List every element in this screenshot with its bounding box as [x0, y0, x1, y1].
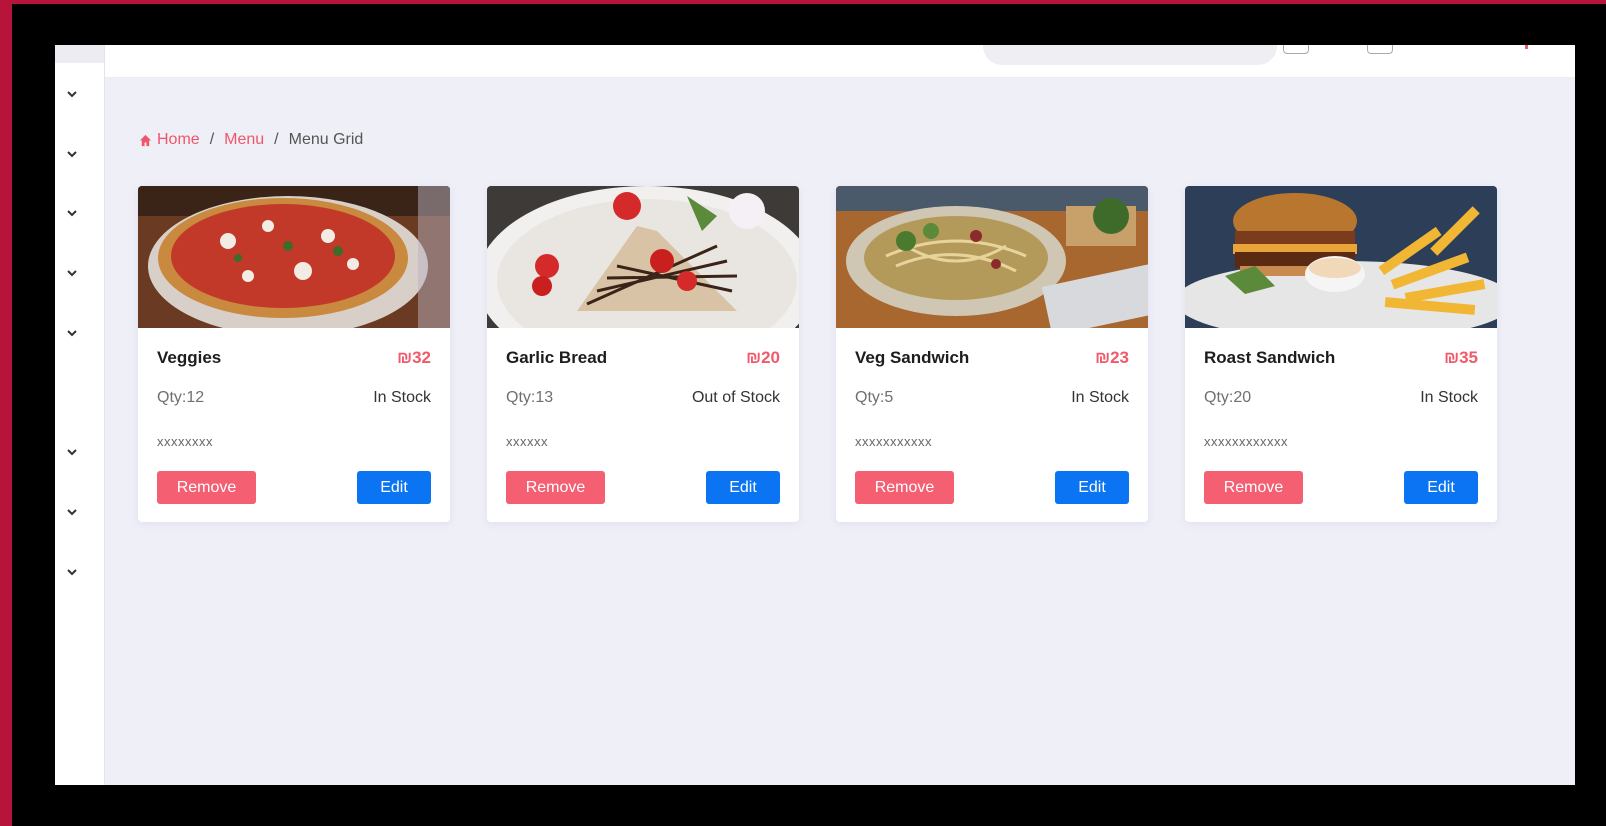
edit-button[interactable]: Edit: [1055, 471, 1129, 504]
remove-button[interactable]: Remove: [1204, 471, 1303, 504]
breadcrumb: Home / Menu / Menu Grid: [139, 131, 363, 149]
fullscreen-icon[interactable]: [1283, 45, 1309, 54]
pizza-photo: [138, 186, 450, 328]
card-price: ₪20: [746, 348, 780, 367]
card-price: ₪35: [1444, 348, 1478, 367]
edit-button[interactable]: Edit: [706, 471, 780, 504]
menu-card: Veg Sandwich ₪23 Qty:5 In Stock xxxxxxxx…: [836, 186, 1148, 522]
top-header: [105, 45, 1575, 78]
search-input[interactable]: [983, 45, 1277, 65]
card-description: xxxxxxxxxxx: [855, 434, 932, 449]
chevron-down-icon[interactable]: [65, 87, 79, 101]
breadcrumb-home-label: Home: [157, 131, 200, 148]
chevron-down-icon[interactable]: [65, 565, 79, 579]
card-quantity: Qty:12: [157, 389, 205, 406]
remove-button[interactable]: Remove: [506, 471, 605, 504]
card-title: Veg Sandwich: [855, 348, 970, 367]
edit-button[interactable]: Edit: [1404, 471, 1478, 504]
notification-icon[interactable]: [1367, 45, 1393, 54]
remove-button[interactable]: Remove: [855, 471, 954, 504]
card-title: Roast Sandwich: [1204, 348, 1336, 367]
sidebar-top-strip: [55, 45, 104, 63]
card-stock-status: Out of Stock: [691, 389, 780, 406]
home-icon: [139, 134, 152, 146]
card-stock-status: In Stock: [373, 389, 431, 406]
card-description: xxxxxxxx: [157, 434, 213, 449]
card-stock-status: In Stock: [1071, 389, 1129, 406]
breadcrumb-separator: /: [274, 131, 279, 148]
breadcrumb-menu[interactable]: Menu: [224, 131, 264, 149]
app-window: Home / Menu / Menu Grid Veggies ₪32 Qty:…: [55, 45, 1575, 785]
menu-card: Veggies ₪32 Qty:12 In Stock xxxxxxxx Rem…: [138, 186, 450, 522]
card-price: ₪32: [397, 348, 431, 367]
breadcrumb-separator: /: [209, 131, 215, 148]
crepe-photo: [487, 186, 799, 328]
edit-button[interactable]: Edit: [357, 471, 431, 504]
card-quantity: Qty:13: [506, 389, 554, 406]
card-price: ₪23: [1095, 348, 1129, 367]
card-quantity: Qty:5: [855, 389, 894, 406]
card-stock-status: In Stock: [1420, 389, 1478, 406]
alert-indicator-icon[interactable]: [1525, 45, 1528, 49]
burger-photo: [1185, 186, 1497, 328]
card-quantity: Qty:20: [1204, 389, 1252, 406]
card-description: xxxxxx: [506, 434, 548, 449]
remove-button[interactable]: Remove: [157, 471, 256, 504]
chevron-down-icon[interactable]: [65, 505, 79, 519]
menu-card: Roast Sandwich ₪35 Qty:20 In Stock xxxxx…: [1185, 186, 1497, 522]
sidebar: [55, 45, 105, 785]
pasta-photo: [836, 186, 1148, 328]
chevron-down-icon[interactable]: [65, 206, 79, 220]
chevron-down-icon[interactable]: [65, 326, 79, 340]
breadcrumb-home[interactable]: Home: [139, 131, 200, 149]
card-description: xxxxxxxxxxxx: [1204, 434, 1288, 449]
card-title: Veggies: [157, 348, 222, 367]
menu-card: Garlic Bread ₪20 Qty:13 Out of Stock xxx…: [487, 186, 799, 522]
chevron-down-icon[interactable]: [65, 266, 79, 280]
card-title: Garlic Bread: [506, 348, 608, 367]
breadcrumb-current: Menu Grid: [288, 131, 364, 148]
chevron-down-icon[interactable]: [65, 147, 79, 161]
chevron-down-icon[interactable]: [65, 445, 79, 459]
